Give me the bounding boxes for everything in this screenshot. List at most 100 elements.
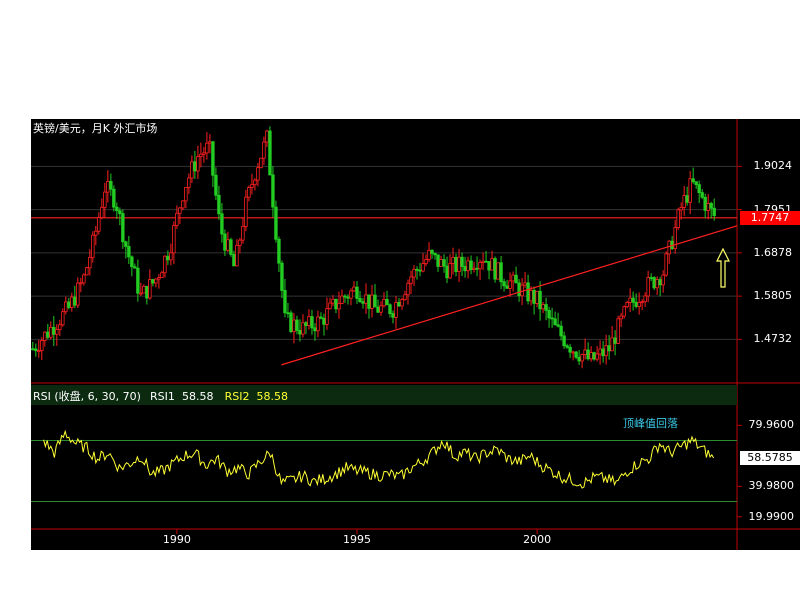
rsi2-value: 58.58 (256, 390, 289, 403)
candle-body (274, 206, 278, 240)
candle-body (331, 298, 335, 304)
candle-body (517, 282, 521, 297)
candle-body (487, 261, 491, 271)
chart-canvas (31, 119, 800, 550)
candle-body (574, 351, 578, 358)
candle-body (34, 348, 38, 351)
candle-body (214, 174, 218, 196)
candle-body (202, 152, 206, 155)
candle-body (562, 335, 566, 347)
candle-body (82, 274, 86, 284)
candle-body (190, 161, 194, 179)
candle-body (49, 326, 53, 338)
candle-body (451, 256, 455, 264)
candle-body (610, 337, 614, 352)
candle-body (370, 294, 374, 309)
candle-body (169, 252, 173, 261)
candle-body (538, 290, 542, 310)
candle-body (655, 279, 659, 289)
candle-body (388, 304, 392, 314)
candle-body (688, 178, 692, 203)
candle-body (559, 325, 563, 337)
year-tick-label: 1990 (162, 533, 191, 546)
current-price-badge: 1.7747 (740, 210, 800, 225)
candle-body (637, 301, 641, 307)
candle-body (301, 322, 305, 335)
candle-body (94, 230, 98, 236)
candle-body (235, 245, 239, 267)
candle-body (61, 311, 65, 326)
candle-body (175, 212, 179, 226)
candle-body (253, 179, 257, 186)
rsi-tick-label: 79.9600 (748, 418, 795, 432)
candle-body (508, 280, 512, 289)
candle-body (319, 316, 323, 319)
candle-body (283, 290, 287, 314)
candle-body (616, 318, 620, 344)
candle-body (289, 312, 293, 332)
candle-body (646, 277, 650, 297)
candle-body (118, 210, 122, 215)
candle-body (136, 267, 140, 294)
candle-body (307, 316, 311, 326)
up-arrow-icon (715, 247, 731, 289)
candle-body (241, 226, 245, 241)
candle-body (85, 267, 89, 276)
candle-body (481, 260, 485, 263)
candle-body (580, 354, 584, 362)
candle-body (436, 254, 440, 267)
price-tick-label: 1.9024 (753, 159, 793, 173)
candle-body (472, 267, 476, 271)
rsi-line (43, 429, 715, 489)
candle-body (328, 302, 332, 310)
candle-body (58, 324, 62, 330)
candle-body (310, 316, 314, 329)
candle-body (322, 317, 326, 325)
candle-body (184, 186, 188, 202)
candle-body (403, 294, 407, 300)
candle-body (448, 262, 452, 279)
candle-body (142, 285, 146, 294)
candle-body (661, 274, 665, 286)
candle-body (277, 238, 281, 264)
candle-body (145, 285, 149, 299)
candle-body (475, 267, 479, 270)
candle-body (352, 286, 356, 292)
candle-body (52, 326, 56, 335)
rsi-tick-label: 39.9800 (748, 479, 795, 493)
candle-body (649, 277, 653, 279)
candle-body (373, 294, 377, 308)
candle-body (535, 290, 539, 304)
candle-body (592, 352, 596, 360)
candle-body (694, 181, 698, 185)
candle-body (565, 345, 569, 348)
candle-body (496, 262, 500, 280)
candle-body (634, 301, 638, 307)
candle-body (250, 184, 254, 188)
current-rsi-badge: 58.5785 (740, 450, 800, 465)
candle-body (121, 213, 125, 243)
candle-body (271, 174, 275, 208)
year-tick-label: 2000 (523, 533, 552, 546)
candle-body (346, 296, 350, 299)
price-tick-label: 1.4732 (753, 332, 793, 346)
candle-body (292, 319, 296, 332)
candle-body (220, 213, 224, 235)
candle-body (46, 331, 50, 338)
candle-body (409, 276, 413, 284)
candle-body (232, 254, 236, 267)
candle-body (622, 306, 626, 317)
candle-body (400, 299, 404, 307)
candle-body (115, 206, 119, 212)
candle-body (460, 256, 464, 267)
candle-body (181, 200, 185, 209)
candle-body (244, 196, 248, 227)
price-tick-label: 1.6878 (753, 245, 793, 259)
candle-body (151, 279, 155, 284)
candle-body (628, 297, 632, 303)
candle-body (106, 180, 110, 193)
candle-body (79, 282, 83, 285)
candle-body (304, 322, 308, 326)
candle-body (70, 296, 74, 308)
candle-body (424, 259, 428, 264)
